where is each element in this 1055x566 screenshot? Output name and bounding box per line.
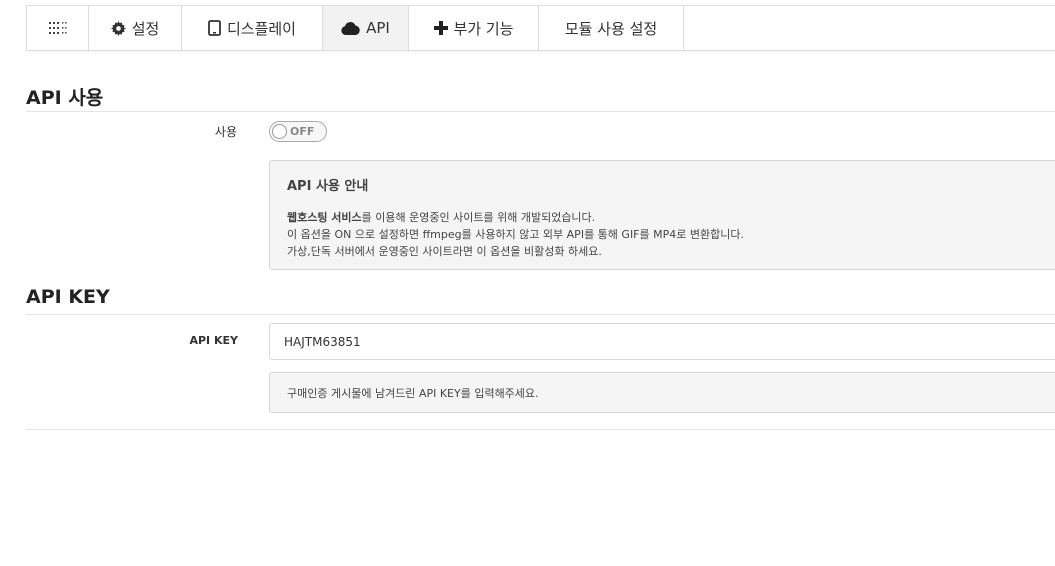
tab-addons[interactable]: 부가 기능 — [409, 6, 539, 50]
plus-icon — [433, 21, 448, 35]
section-title-api-key: API KEY — [26, 286, 110, 308]
api-use-label: 사용 — [214, 125, 237, 139]
info-line-1-bold: 웹호스팅 서비스 — [287, 211, 362, 224]
tab-settings-label: 설정 — [131, 19, 160, 38]
info-title: API 사용 안내 — [287, 179, 369, 194]
tab-api[interactable]: API — [323, 6, 409, 50]
cloud-icon — [341, 21, 360, 35]
tab-api-label: API — [366, 19, 390, 37]
api-key-help-box: 구매인증 게시물에 남겨드린 API KEY를 입력해주세요. — [269, 372, 1055, 413]
tab-settings[interactable]: 설정 — [89, 6, 182, 50]
tablet-icon — [208, 20, 221, 36]
tab-module-settings[interactable]: 모듈 사용 설정 — [539, 6, 684, 50]
tab-menu[interactable] — [27, 6, 89, 50]
tab-display[interactable]: 디스플레이 — [182, 6, 323, 50]
api-key-label: API KEY — [189, 334, 238, 347]
info-line-3: 가상,단독 서버에서 운영중인 사이트라면 이 옵션을 비활성화 하세요. — [287, 245, 602, 258]
api-key-help-text: 구매인증 게시물에 남겨드린 API KEY를 입력해주세요. — [287, 387, 539, 400]
grid-icon — [48, 21, 68, 35]
info-line-2: 이 옵션을 ON 으로 설정하면 ffmpeg를 사용하지 않고 외부 API를… — [287, 228, 744, 241]
api-use-info-box: API 사용 안내 웹호스팅 서비스를 이용해 운영중인 사이트를 위해 개발되… — [269, 160, 1055, 270]
api-key-input[interactable] — [269, 323, 1055, 360]
tab-module-settings-label: 모듈 사용 설정 — [564, 19, 658, 38]
info-line-1-text: 를 이용해 운영중인 사이트를 위해 개발되었습니다. — [361, 211, 596, 224]
tab-addons-label: 부가 기능 — [453, 19, 514, 38]
divider — [26, 314, 1055, 315]
toggle-knob — [272, 124, 287, 139]
divider — [26, 429, 1055, 430]
api-use-toggle[interactable]: OFF — [269, 121, 327, 142]
info-line-1: 웹호스팅 서비스를 이용해 운영중인 사이트를 위해 개발되었습니다. — [287, 209, 595, 225]
section-title-api-use: API 사용 — [26, 87, 104, 109]
gear-icon — [110, 20, 126, 36]
toggle-state-text: OFF — [290, 125, 315, 138]
divider — [26, 111, 1055, 112]
tab-display-label: 디스플레이 — [226, 19, 296, 38]
module-tab-bar: 설정 디스플레이 API 부가 기능 모듈 사용 설정 — [26, 5, 1055, 51]
